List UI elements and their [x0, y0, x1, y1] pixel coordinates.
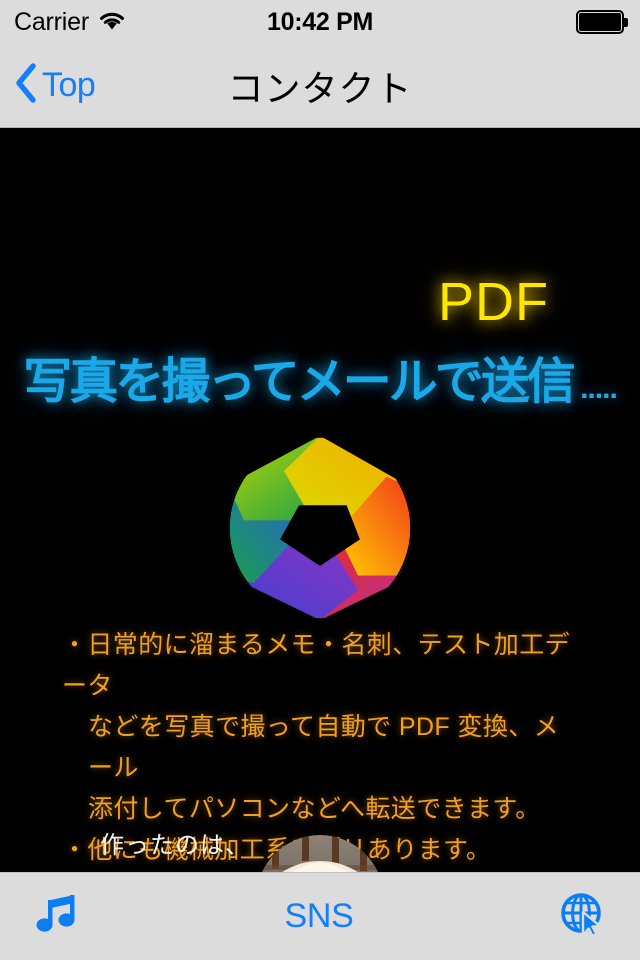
bottom-toolbar: SNS [0, 872, 640, 960]
headline-text: 写真を撮ってメールで送信 [23, 355, 576, 409]
battery-full-icon [576, 10, 628, 34]
clock-label: 10:42 PM [267, 7, 373, 36]
headline-ellipsis: ..... [572, 372, 618, 405]
globe-cursor-icon [558, 890, 606, 943]
music-button[interactable] [34, 892, 80, 941]
maker-label: 作ったのは、 [100, 832, 250, 859]
page-title: コンタクト [227, 67, 413, 109]
content-area: PDF 写真を撮ってメールで送信 ..... ・日常的に溜まるメモ・名刺、テスト… [0, 128, 640, 872]
status-bar: Carrier 10:42 PM [0, 0, 640, 44]
status-bar-center: 10:42 PM [0, 0, 640, 44]
description-line: などを写真で撮って自動で PDF 変換、メール [88, 713, 560, 782]
camera-aperture-icon [0, 433, 640, 623]
sns-button[interactable]: SNS [284, 897, 353, 936]
app-root: Carrier 10:42 PM Top コンタクト PDF 写真を撮ってメール… [0, 0, 640, 960]
web-button[interactable] [558, 890, 606, 943]
description-line: ・日常的に溜まるメモ・名刺、テスト加工データ [62, 631, 571, 700]
music-note-icon [34, 892, 80, 941]
description-line: 添付してパソコンなどへ転送できます。 [88, 795, 541, 823]
navigation-bar: Top コンタクト [0, 44, 640, 128]
status-bar-right [576, 0, 628, 44]
sns-button-label: SNS [284, 897, 354, 935]
headline: 写真を撮ってメールで送信 ..... [0, 342, 640, 413]
pdf-badge: PDF [438, 272, 549, 332]
